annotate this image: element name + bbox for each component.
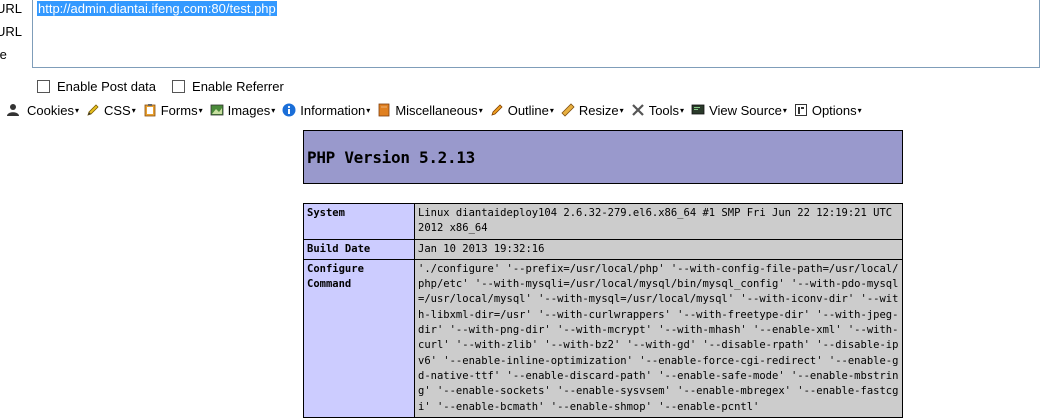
chevron-down-icon: ▾ [857,105,862,115]
chevron-down-icon: ▾ [619,105,624,115]
web-developer-toolbar: Cookies ▾ CSS ▾ Forms ▾ Images ▾ Information… [0,98,1042,122]
options-row: Enable Post data Enable Referrer [37,77,300,95]
chevron-down-icon: ▾ [549,105,554,115]
ruler-icon [561,103,575,117]
side-labels: URL URL te [0,0,32,70]
images-label: Images [227,102,271,118]
chevron-down-icon: ▾ [271,105,276,115]
toolbar-information[interactable]: Information ▾ [282,103,370,118]
row-key-system: System [303,203,415,240]
toolbar-miscellaneous[interactable]: Miscellaneous ▾ [377,102,483,118]
miscellaneous-label: Miscellaneous [395,102,478,118]
pen-icon [491,104,503,116]
options-icon [794,104,807,116]
chevron-down-icon: ▾ [680,105,685,115]
url-selected-text: http://admin.diantai.ifeng.com:80/test.p… [37,1,277,16]
monitor-icon [691,104,705,115]
te-label: te [0,47,7,62]
css-label: CSS [103,102,131,118]
phpinfo-table: System Linux diantaideploy104 2.6.32-279… [303,203,903,418]
forms-label: Forms [160,102,198,118]
chevron-down-icon: ▾ [131,105,136,115]
toolbar-forms[interactable]: Forms ▾ [143,103,203,118]
pencil-icon [87,104,99,116]
table-row: Configure Command './configure' '--prefi… [303,258,903,418]
clipboard-icon [144,104,156,117]
row-key-configure-command: Configure Command [303,258,415,418]
toolbar-cookies[interactable]: Cookies ▾ [27,103,79,118]
enable-post-data-label: Enable Post data [57,78,157,94]
toolbar-options[interactable]: Options ▾ [794,103,862,118]
toolbar-images[interactable]: Images ▾ [210,102,276,118]
table-row: System Linux diantaideploy104 2.6.32-279… [303,203,903,240]
user-icon [7,104,19,116]
image-icon [210,104,223,116]
outline-label: Outline [507,102,549,118]
row-value-build-date: Jan 10 2013 19:32:16 [414,238,903,260]
options-label: Options [811,102,857,118]
chevron-down-icon: ▾ [782,105,787,115]
page-title: PHP Version 5.2.13 [307,148,475,167]
toolbar-resize[interactable]: Resize ▾ [561,103,624,118]
enable-referrer-label: Enable Referrer [192,78,284,94]
row-value-system: Linux diantaideploy104 2.6.32-279.el6.x8… [414,203,903,240]
table-row: Build Date Jan 10 2013 19:32:16 [303,238,903,260]
enable-post-data-option[interactable]: Enable Post data [37,79,156,94]
chevron-down-icon: ▾ [74,105,79,115]
enable-referrer-checkbox[interactable] [172,79,186,93]
tools-label: Tools [648,102,680,118]
row-key-build-date: Build Date [303,238,415,260]
enable-post-data-checkbox[interactable] [37,79,50,93]
chevron-down-icon: ▾ [366,105,371,115]
chevron-down-icon: ▾ [478,105,483,115]
toolbar-outline[interactable]: Outline ▾ [490,103,554,118]
resize-label: Resize [578,102,619,118]
tools-icon [631,104,644,116]
information-label: Information [300,102,366,118]
toolbar-view-source[interactable]: View Source ▾ [691,103,787,118]
view-source-label: View Source [709,102,782,118]
url-label-2: URL [0,24,23,39]
book-icon [378,103,390,117]
row-value-configure-command: './configure' '--prefix=/usr/local/php' … [414,258,903,418]
php-version-header: PHP Version 5.2.13 [303,130,903,184]
toolbar-css[interactable]: CSS ▾ [86,103,136,118]
toolbar-user[interactable] [6,103,24,117]
cookies-label: Cookies [27,102,74,118]
enable-referrer-option[interactable]: Enable Referrer [172,79,284,94]
url-label: URL [0,1,23,16]
chevron-down-icon: ▾ [198,105,203,115]
info-icon [282,103,296,117]
url-textarea[interactable]: http://admin.diantai.ifeng.com:80/test.p… [32,0,1040,68]
toolbar-tools[interactable]: Tools ▾ [631,103,684,118]
